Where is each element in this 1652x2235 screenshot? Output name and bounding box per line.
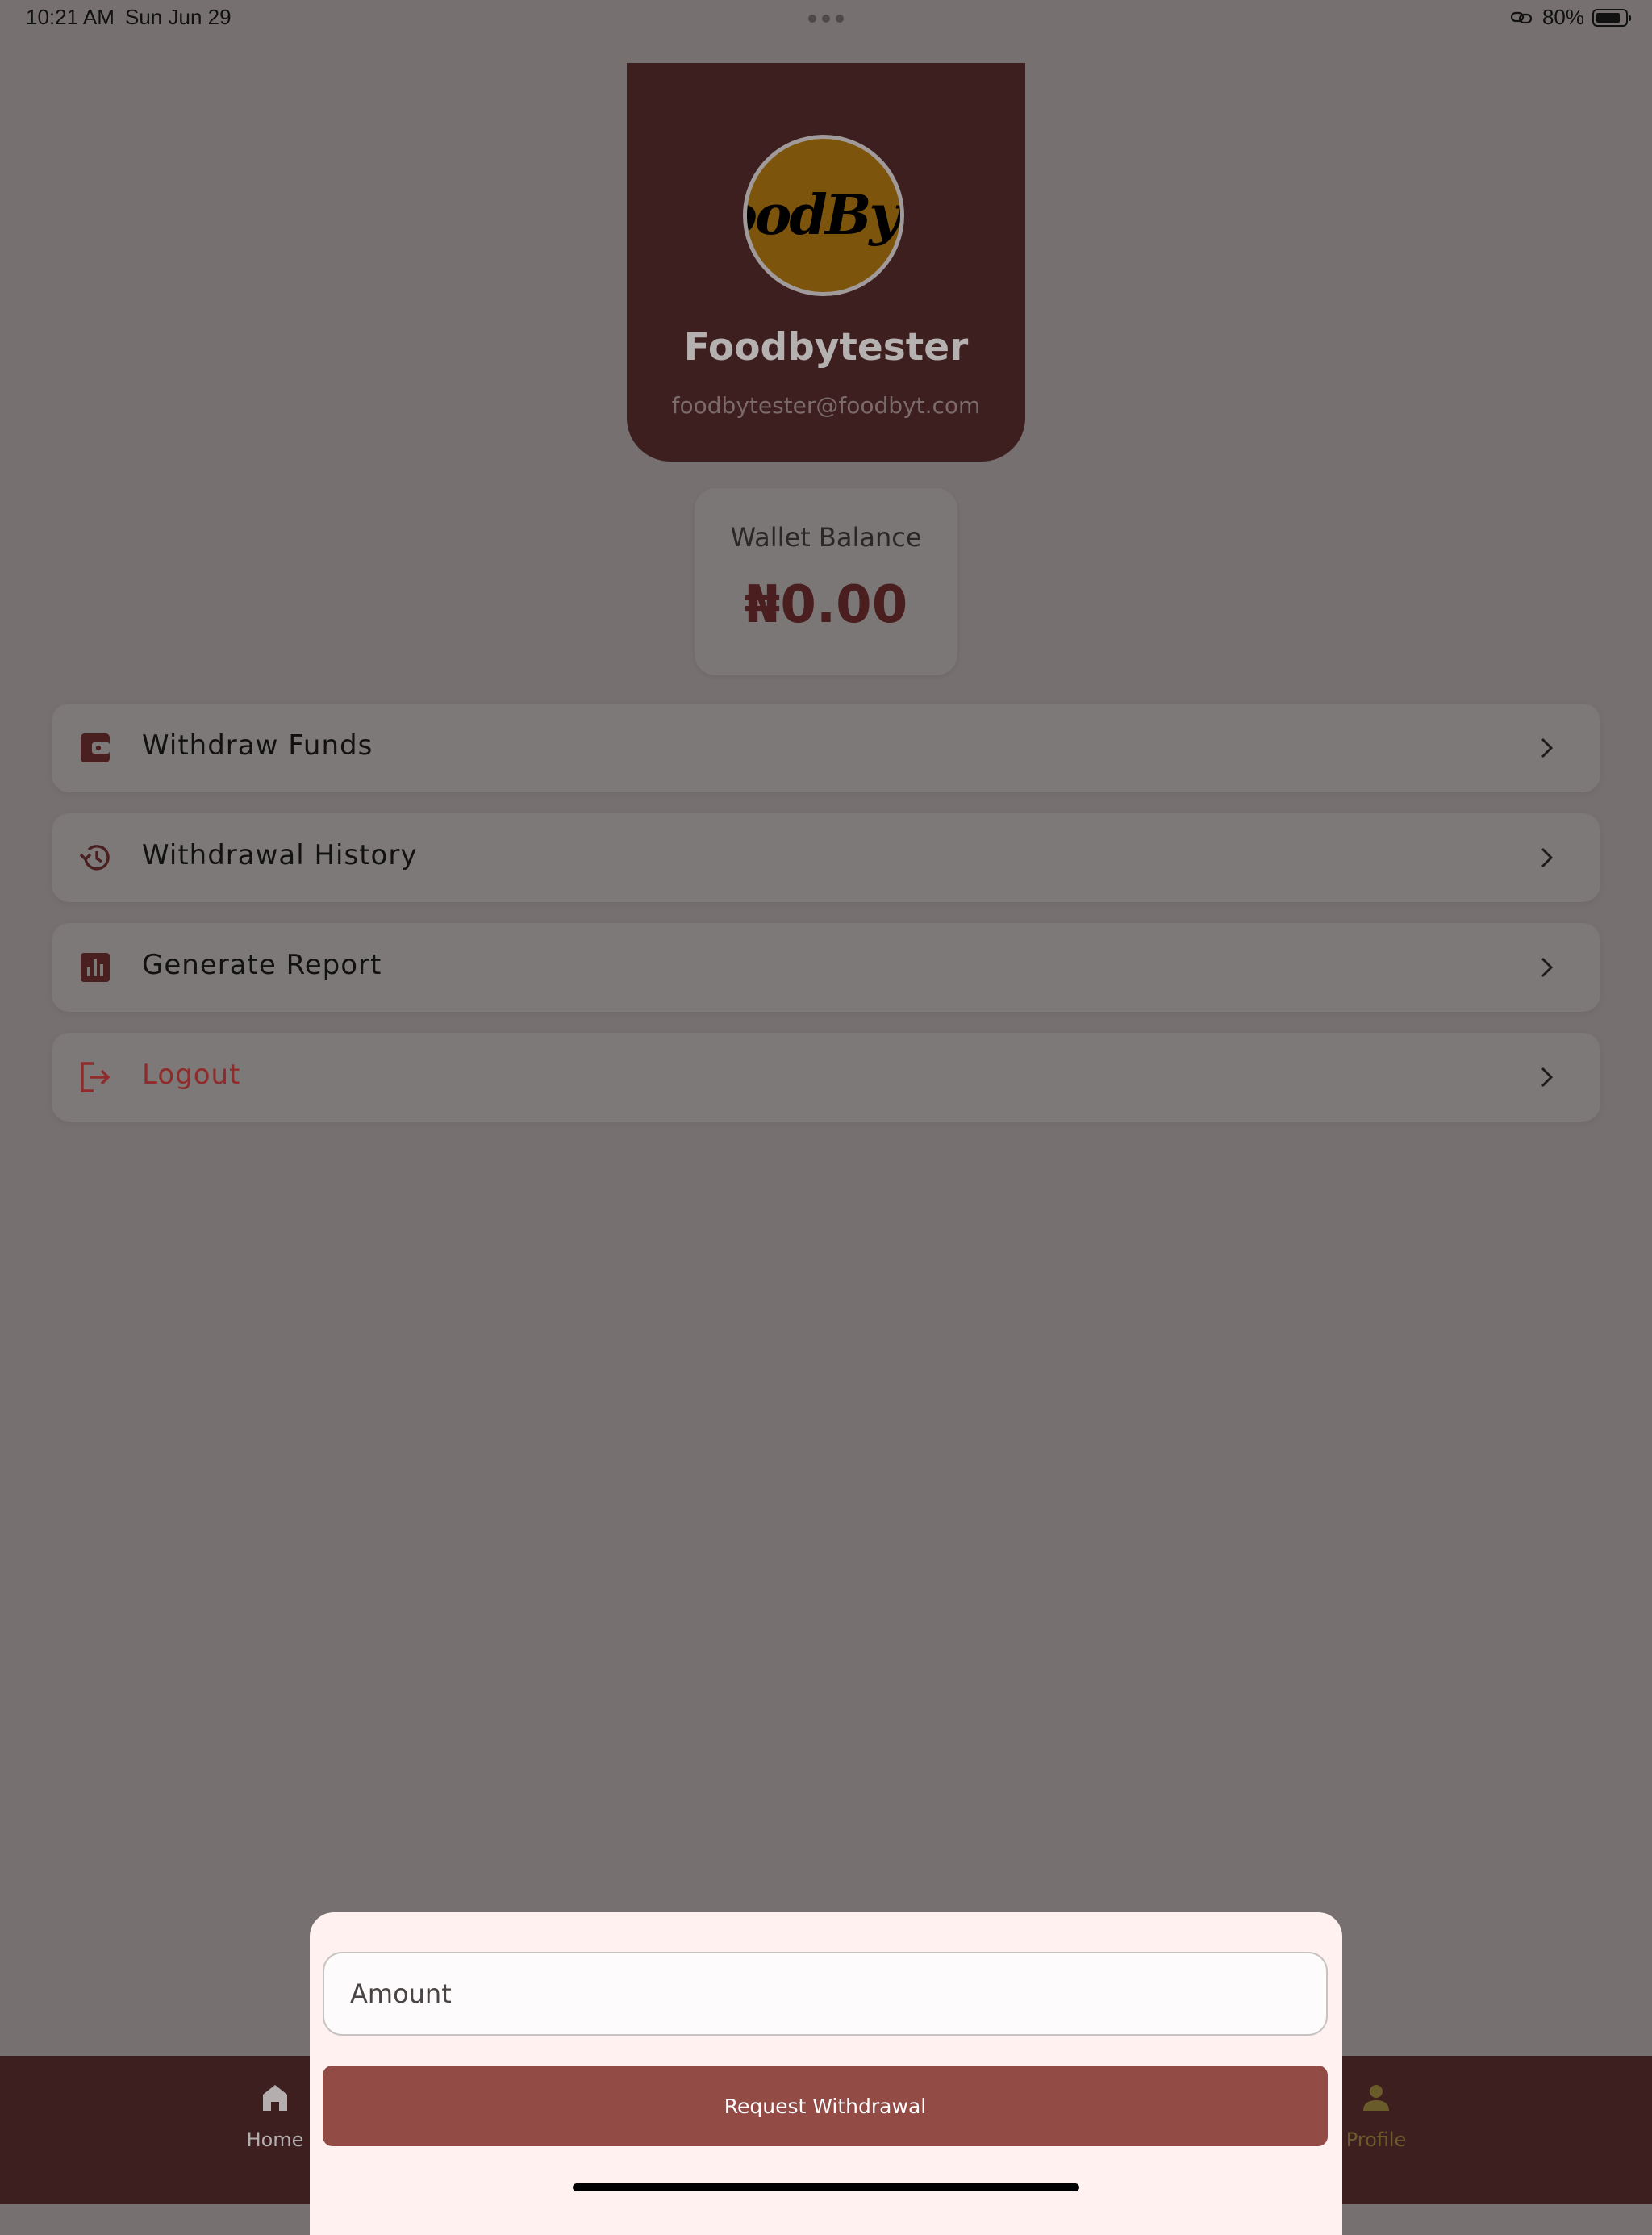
profile-name: Foodbytester: [683, 325, 969, 370]
wallet-icon: [81, 733, 110, 762]
chevron-right-icon: [1541, 847, 1554, 868]
menu-item-generate-report[interactable]: Generate Report: [52, 923, 1600, 1012]
menu-label-logout: Logout: [142, 1059, 241, 1091]
request-withdrawal-button[interactable]: Request Withdrawal: [323, 2066, 1328, 2146]
status-bar: 10:21 AM Sun Jun 29 80%: [0, 0, 1652, 39]
logout-icon: [81, 1062, 111, 1092]
chevron-right-icon: [1541, 957, 1554, 978]
battery-icon: [1592, 8, 1631, 27]
menu-label-withdrawal-history: Withdrawal History: [142, 839, 418, 871]
bar-chart-icon: [81, 953, 110, 982]
menu-item-withdrawal-history[interactable]: Withdrawal History: [52, 813, 1600, 902]
menu-item-withdraw-funds[interactable]: Withdraw Funds: [52, 704, 1600, 792]
wallet-balance: ₦0.00: [744, 575, 908, 635]
status-time: 10:21 AM: [26, 5, 115, 29]
history-icon: [79, 845, 110, 871]
menu-label-withdraw-funds: Withdraw Funds: [142, 729, 373, 762]
home-indicator: [573, 2183, 1079, 2191]
status-date: Sun Jun 29: [125, 5, 232, 29]
profile-screen: 10:21 AM Sun Jun 29 80% oodByt Foodbytes…: [0, 0, 1652, 2235]
avatar[interactable]: oodByt: [743, 135, 904, 296]
profile-email: foodbytester@foodbyt.com: [671, 392, 981, 419]
menu-label-generate-report: Generate Report: [142, 949, 382, 981]
battery-percent: 80%: [1541, 5, 1584, 29]
chevron-right-icon: [1541, 737, 1554, 758]
chevron-right-icon: [1541, 1067, 1554, 1088]
profile-header: oodByt Foodbytester foodbytester@foodbyt…: [627, 63, 1025, 462]
multitasking-dots-icon[interactable]: [808, 15, 844, 23]
status-right: 80%: [1510, 5, 1631, 30]
wallet-label: Wallet Balance: [730, 522, 922, 553]
foodbyt-logo: oodByt: [747, 183, 900, 248]
person-icon: [1363, 2085, 1389, 2111]
home-icon: [263, 2085, 287, 2111]
menu-item-logout[interactable]: Logout: [52, 1033, 1600, 1122]
link-icon: [1510, 11, 1533, 23]
amount-input[interactable]: [323, 1952, 1328, 2036]
wallet-card: Wallet Balance ₦0.00: [695, 488, 957, 675]
